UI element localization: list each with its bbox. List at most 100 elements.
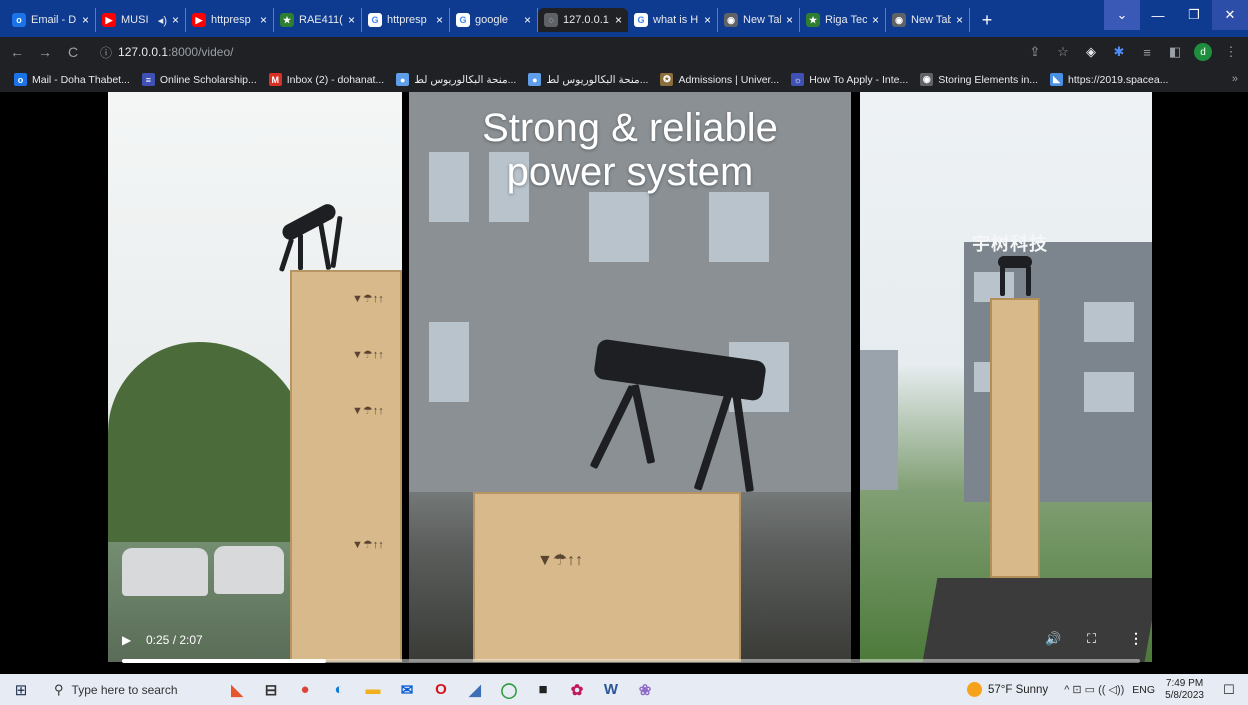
language-indicator[interactable]: ENG (1132, 684, 1155, 696)
share-icon[interactable]: ⇪ (1026, 44, 1044, 60)
more-options-icon[interactable]: ⋮ (1129, 630, 1143, 647)
extensions-puzzle-icon[interactable]: ✱ (1110, 44, 1128, 60)
tabs: oEmail - D×▶MUSI◂)×▶httpresp×★RAE411(R×G… (6, 6, 1000, 34)
folder-app[interactable]: ▬ (360, 677, 386, 703)
system-tray: 57°F Sunny ^ ⊡ ▭ (( ◁)) ENG 7:49 PM 5/8/… (966, 674, 1248, 705)
tab-close-icon[interactable]: × (704, 13, 711, 27)
side-panel-icon[interactable]: ◧ (1166, 44, 1184, 60)
video-player[interactable]: ▼☂↑↑ ▼☂↑↑ ▼☂↑↑ ▼☂↑↑ ▼☂↑↑ Strong & reliab… (108, 92, 1152, 674)
tab-favicon-icon: ★ (806, 13, 820, 27)
chrome-menu-icon[interactable]: ⋮ (1222, 44, 1240, 60)
bookmark-item[interactable]: ≡ Online Scholarship... (141, 73, 257, 86)
tab-close-icon[interactable]: × (260, 13, 267, 27)
address-bar[interactable]: ⓘ 127.0.0.1:8000/video/ (92, 40, 1062, 64)
new-tab-button[interactable]: + (974, 8, 1000, 32)
bookmark-star-icon[interactable]: ☆ (1054, 44, 1072, 60)
bookmark-item[interactable]: ✪ Admissions | Univer... (660, 73, 779, 86)
minimize-button[interactable]: — (1140, 0, 1176, 30)
file-explorer-app[interactable]: ◣ (224, 677, 250, 703)
bookmarks-overflow-icon[interactable]: » (1232, 73, 1238, 85)
tray-icons[interactable]: ^ ⊡ ▭ (( ◁)) (1064, 683, 1124, 696)
forward-button[interactable]: → (34, 41, 56, 63)
browser-tab[interactable]: ▶ MUSI ◂) × (96, 8, 186, 32)
close-window-button[interactable]: ✕ (1212, 0, 1248, 30)
app-9[interactable]: ◯ (496, 677, 522, 703)
windows-taskbar: ⊞ ⚲ Type here to search ◣ ⊟ ● ◐ ▬ ✉ O ◢ ◯ ■ ✿ W ❀ 57… (0, 674, 1248, 705)
browser-tab[interactable]: Ggoogle × (450, 8, 538, 32)
edge-app[interactable]: ◐ (326, 677, 352, 703)
tab-favicon-icon: G (368, 13, 382, 27)
search-icon: ⚲ (54, 681, 64, 697)
browser-tab[interactable]: ★ RAE411(R × (274, 8, 362, 32)
tab-title: New Tab (911, 14, 951, 26)
url-host: 127.0.0.1 (118, 45, 169, 59)
windows-start-icon[interactable]: ⊞ (0, 674, 42, 705)
window-controls: ⌄ — ❐ ✕ (1104, 0, 1248, 30)
tab-favicon-icon: ★ (280, 13, 294, 27)
tab-audio-icon[interactable]: ◂) (158, 14, 167, 27)
site-info-icon[interactable]: ⓘ (100, 44, 112, 61)
profile-avatar[interactable]: d (1194, 43, 1212, 61)
app-13[interactable]: ❀ (632, 677, 658, 703)
tab-close-icon[interactable]: × (956, 13, 963, 27)
video-progress-bar[interactable] (122, 659, 1140, 663)
tab-title: 127.0.0.1 (563, 14, 609, 26)
bookmark-item[interactable]: ☼ How To Apply - Inte... (791, 73, 908, 86)
bookmark-item[interactable]: ● منحة البكالوريوس لط... (528, 73, 648, 86)
browser-tab[interactable]: Gwhat is H × (628, 8, 718, 32)
tab-favicon-icon: o (12, 13, 26, 27)
tab-close-icon[interactable]: × (872, 13, 879, 27)
taskbar-search-box[interactable]: ⚲ Type here to search (42, 674, 214, 705)
chrome-app[interactable]: ● (292, 677, 318, 703)
tab-close-icon[interactable]: × (82, 13, 89, 27)
reading-list-icon[interactable]: ≡ (1138, 45, 1156, 60)
browser-tab[interactable]: Ghttpresp × (362, 8, 450, 32)
tab-search-button[interactable]: ⌄ (1104, 0, 1140, 30)
crate-handling-mark: ▼☂↑↑ (352, 349, 384, 361)
tab-strip: oEmail - D×▶MUSI◂)×▶httpresp×★RAE411(R×G… (0, 0, 1248, 37)
system-clock[interactable]: 7:49 PM 5/8/2023 (1165, 678, 1204, 702)
bookmark-item[interactable]: o Mail - Doha Thabet... (14, 73, 130, 86)
video-controls: ▶ 0:25 / 2:07 🔊 ⛶ ⋮ (108, 622, 1152, 674)
tab-close-icon[interactable]: × (615, 13, 622, 27)
tab-favicon-icon: G (456, 13, 470, 27)
robot-dog-leg (330, 215, 343, 269)
reload-button[interactable]: C (62, 41, 84, 63)
word-app[interactable]: W (598, 677, 624, 703)
bookmark-item[interactable]: ◣ https://2019.spacea... (1050, 73, 1168, 86)
tab-favicon-icon: G (634, 13, 648, 27)
bookmark-item[interactable]: ◉ Storing Elements in... (920, 73, 1038, 86)
tab-close-icon[interactable]: × (786, 13, 793, 27)
back-button[interactable]: ← (6, 41, 28, 63)
browser-tab[interactable]: ◉ New Tab × (886, 8, 970, 32)
bookmark-item[interactable]: M Inbox (2) - dohanat... (268, 73, 384, 86)
weather-text[interactable]: 57°F Sunny (988, 684, 1048, 696)
browser-tab[interactable]: ◌ 127.0.0.1 × (538, 8, 628, 32)
app-11[interactable]: ✿ (564, 677, 590, 703)
mail-app[interactable]: ✉ (394, 677, 420, 703)
bookmark-item[interactable]: ● منحة البكالوريوس لط... (396, 73, 516, 86)
bookmark-favicon-icon: ✪ (660, 73, 674, 86)
bookmark-favicon-icon: ◉ (920, 73, 934, 86)
notification-icon[interactable]: ☐ (1216, 682, 1242, 698)
tab-close-icon[interactable]: × (172, 13, 179, 27)
task-view-app[interactable]: ⊟ (258, 677, 284, 703)
play-icon[interactable]: ▶ (122, 633, 131, 647)
restore-button[interactable]: ❐ (1176, 0, 1212, 30)
opera-app[interactable]: O (428, 677, 454, 703)
app-8[interactable]: ◢ (462, 677, 488, 703)
browser-window: oEmail - D×▶MUSI◂)×▶httpresp×★RAE411(R×G… (0, 0, 1248, 92)
tab-close-icon[interactable]: × (524, 13, 531, 27)
volume-icon[interactable]: 🔊 (1045, 631, 1061, 647)
terminal-app[interactable]: ■ (530, 677, 556, 703)
browser-tab[interactable]: ◉ New Tab × (718, 8, 800, 32)
browser-tab[interactable]: ▶ httpresp × (186, 8, 274, 32)
sun-icon[interactable] (966, 682, 982, 697)
extension-icon[interactable]: ◈ (1082, 44, 1100, 60)
tab-close-icon[interactable]: × (348, 13, 355, 27)
toolbar-actions: ⇪ ☆ ◈ ✱ ≡ ◧ d ⋮ (1026, 41, 1240, 63)
browser-tab[interactable]: ★ Riga Tech × (800, 8, 886, 32)
fullscreen-icon[interactable]: ⛶ (1087, 631, 1096, 647)
tab-close-icon[interactable]: × (436, 13, 443, 27)
browser-tab[interactable]: o Email - D × (6, 8, 96, 32)
